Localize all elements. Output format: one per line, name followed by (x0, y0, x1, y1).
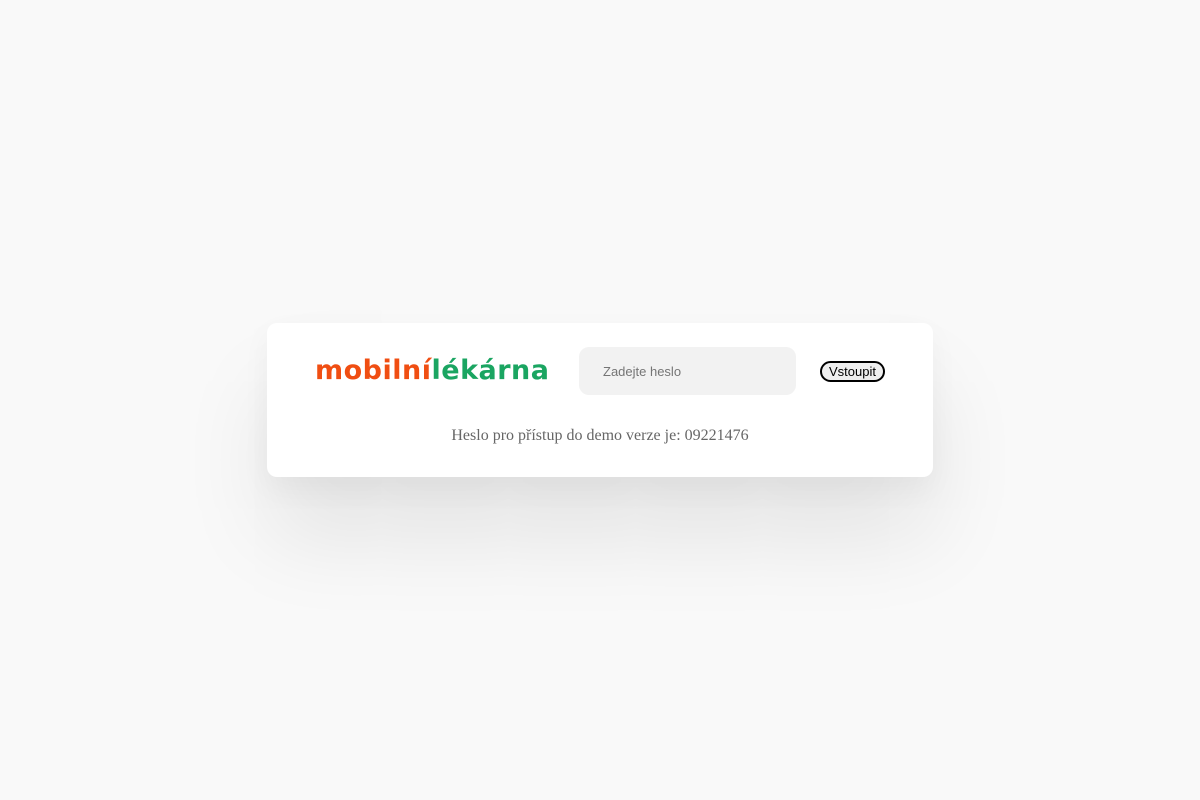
submit-button[interactable]: Vstoupit (820, 361, 885, 382)
logo-text-mobilni: mobilní (315, 355, 432, 386)
logo-text-lekarna: lékárna (431, 355, 550, 386)
password-input[interactable] (579, 347, 796, 395)
demo-password-hint: Heslo pro přístup do demo verze je: 0922… (451, 427, 749, 444)
mobilni-lekarna-logo: mobilnílékárna (315, 351, 550, 391)
login-card: mobilnílékárna Vstoupit Heslo pro přístu… (267, 323, 933, 477)
